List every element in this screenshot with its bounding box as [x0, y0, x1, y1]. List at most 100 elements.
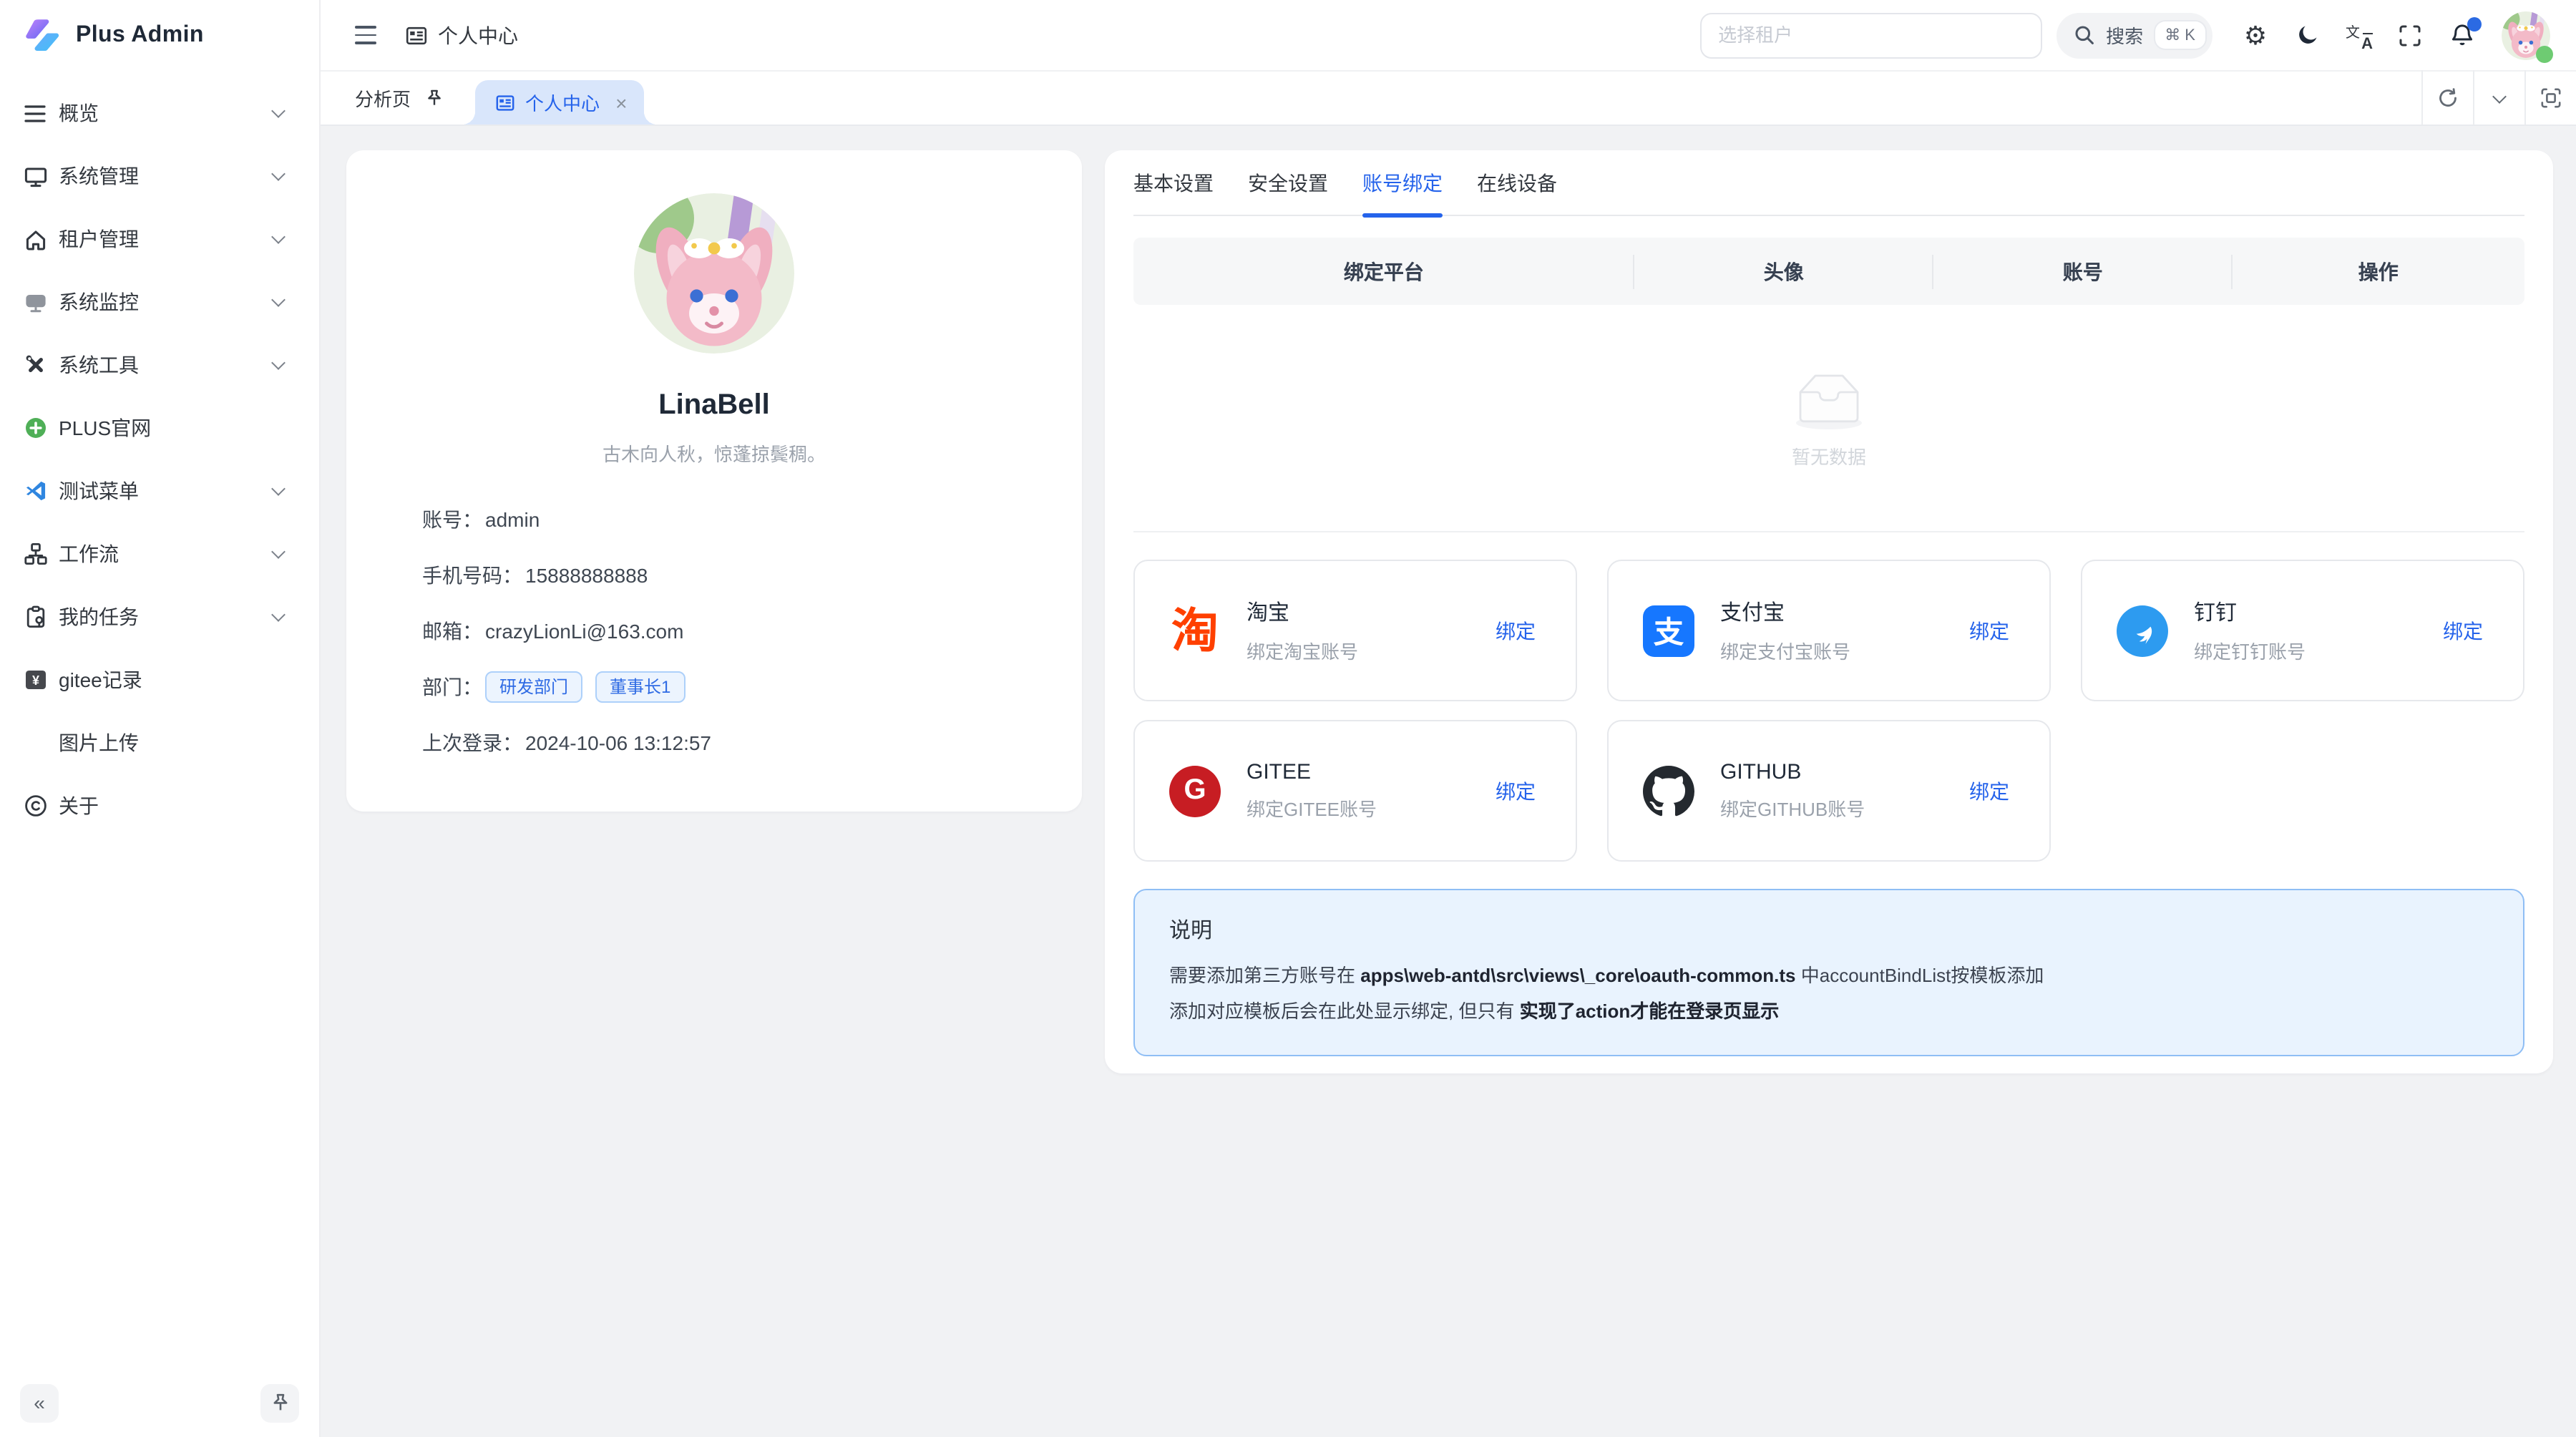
top-header: 个人中心 搜索 ⌘ K ⚙ 文A	[321, 0, 2576, 72]
id-card-icon	[495, 92, 515, 112]
sidebar-item-plus-website[interactable]: PLUS官网	[17, 399, 302, 457]
tabbar-controls	[2421, 70, 2576, 125]
column-actions: 操作	[2233, 257, 2524, 286]
gitee-icon: G	[1168, 764, 1222, 818]
header-actions: 搜索 ⌘ K ⚙ 文A	[1699, 9, 2550, 61]
bind-card-title: 钉钉	[2194, 597, 2306, 627]
close-icon[interactable]: ×	[615, 92, 627, 112]
avatar-image	[634, 193, 794, 354]
bind-card-github: GITHUB 绑定GITHUB账号 绑定	[1607, 720, 2051, 862]
chevron-down-icon	[2492, 89, 2507, 103]
collapse-icon: «	[34, 1391, 45, 1414]
tab-menu-button[interactable]	[2473, 70, 2524, 125]
search-icon	[2073, 24, 2094, 46]
sidebar-pin-button[interactable]	[260, 1383, 299, 1422]
tab-security-settings[interactable]: 安全设置	[1248, 169, 1328, 215]
profile-row-phone: 手机号码： 15888888888	[422, 561, 1082, 590]
tools-icon	[24, 354, 59, 376]
user-avatar[interactable]	[2502, 11, 2550, 59]
bind-card-desc: 绑定淘宝账号	[1246, 637, 1358, 664]
note-line-2: 添加对应模板后会在此处显示绑定, 但只有 实现了action才能在登录页显示	[1169, 993, 2489, 1029]
empty-state: 暂无数据	[1133, 305, 2524, 531]
sidebar-item-system-tools[interactable]: 系统工具	[17, 336, 302, 394]
page-content: LinaBell 古木向人秋，惊蓬掠鬓稠。 账号： admin 手机号码： 15…	[321, 127, 2576, 1073]
sidebar-menu: 概览 系统管理 租户管理 系统监控	[0, 72, 319, 834]
theme-toggle-button[interactable]	[2281, 9, 2333, 61]
bind-card-title: GITEE	[1246, 760, 1377, 784]
bind-link-gitee[interactable]: 绑定	[1496, 776, 1536, 805]
home-icon	[24, 228, 59, 250]
profile-row-last-login: 上次登录： 2024-10-06 13:12:57	[422, 729, 1082, 757]
sidebar-toggle-button[interactable]	[355, 26, 376, 44]
sidebar-item-overview[interactable]: 概览	[17, 84, 302, 142]
department-tag: 董事长1	[595, 672, 685, 703]
moon-icon	[2295, 23, 2319, 47]
sidebar-item-tenant-management[interactable]: 租户管理	[17, 210, 302, 268]
sidebar-item-about[interactable]: 关于	[17, 777, 302, 834]
bind-link-github[interactable]: 绑定	[1969, 776, 2009, 805]
search-label: 搜索	[2106, 21, 2143, 49]
column-account: 账号	[1933, 257, 2233, 286]
fullscreen-icon	[2399, 24, 2421, 47]
scan-fullscreen-icon	[2540, 87, 2562, 108]
refresh-button[interactable]	[2421, 70, 2473, 125]
global-search[interactable]: 搜索 ⌘ K	[2056, 12, 2212, 58]
sidebar-collapse-button[interactable]: «	[20, 1383, 59, 1422]
sidebar-item-test-menu[interactable]: 测试菜单	[17, 462, 302, 520]
tab-basic-settings[interactable]: 基本设置	[1133, 169, 1214, 215]
chevron-down-icon	[271, 608, 286, 622]
id-card-icon	[405, 24, 428, 47]
sidebar-item-system-management[interactable]: 系统管理	[17, 147, 302, 205]
tabs-bar: 分析页 个人中心 ×	[321, 72, 2576, 126]
clipboard-icon	[24, 605, 59, 628]
settings-button[interactable]: ⚙	[2230, 9, 2281, 61]
bind-card-dingtalk: 钉钉 绑定钉钉账号 绑定	[2081, 560, 2524, 701]
bind-link-taobao[interactable]: 绑定	[1496, 616, 1536, 645]
bind-link-alipay[interactable]: 绑定	[1969, 616, 2009, 645]
copyright-icon	[24, 794, 59, 817]
github-icon	[1641, 764, 1696, 818]
language-button[interactable]: 文A	[2333, 9, 2384, 61]
bind-card-desc: 绑定支付宝账号	[1720, 637, 1850, 664]
profile-row-department: 部门： 研发部门 董事长1	[422, 673, 1082, 701]
sidebar-item-workflow[interactable]: 工作流	[17, 525, 302, 583]
note-line-1: 需要添加第三方账号在 apps\web-antd\src\views\_core…	[1169, 958, 2489, 993]
breadcrumb[interactable]: 个人中心	[405, 21, 518, 49]
chevron-down-icon	[271, 545, 286, 559]
tenant-select-input[interactable]	[1699, 12, 2041, 58]
bind-card-desc: 绑定GITHUB账号	[1720, 794, 1865, 822]
chevron-down-icon	[271, 104, 286, 118]
breadcrumb-label: 个人中心	[438, 21, 518, 49]
bind-card-desc: 绑定GITEE账号	[1246, 794, 1377, 822]
profile-info: 账号： admin 手机号码： 15888888888 邮箱： crazyLio…	[346, 505, 1082, 757]
translate-icon: 文A	[2346, 22, 2371, 48]
sidebar-item-gitee-record[interactable]: ¥ gitee记录	[17, 651, 302, 708]
notifications-button[interactable]	[2436, 9, 2487, 61]
fullscreen-button[interactable]	[2384, 9, 2436, 61]
bind-card-gitee: G GITEE 绑定GITEE账号 绑定	[1133, 720, 1577, 862]
profile-name: LinaBell	[346, 389, 1082, 422]
profile-avatar[interactable]	[634, 193, 794, 354]
sidebar-footer: «	[0, 1368, 319, 1437]
monitor-icon	[24, 165, 59, 187]
tab-profile-center[interactable]: 个人中心 ×	[475, 80, 644, 125]
binding-table-header: 绑定平台 头像 账号 操作	[1133, 238, 2524, 305]
logo[interactable]: Plus Admin	[0, 0, 319, 72]
bind-link-dingtalk[interactable]: 绑定	[2443, 616, 2483, 645]
tab-analytics[interactable]: 分析页	[355, 70, 458, 125]
bind-card-title: GITHUB	[1720, 760, 1865, 784]
profile-row-email: 邮箱： crazyLionLi@163.com	[422, 617, 1082, 646]
department-tag: 研发部门	[485, 672, 582, 703]
profile-card: LinaBell 古木向人秋，惊蓬掠鬓稠。 账号： admin 手机号码： 15…	[346, 150, 1082, 812]
notification-badge	[2467, 16, 2482, 31]
sidebar-item-my-tasks[interactable]: 我的任务	[17, 588, 302, 646]
column-avatar: 头像	[1634, 257, 1933, 286]
content-fullscreen-button[interactable]	[2524, 70, 2576, 125]
main-area: 个人中心 搜索 ⌘ K ⚙ 文A	[321, 0, 2576, 1437]
tab-online-devices[interactable]: 在线设备	[1477, 169, 1557, 215]
sidebar-item-image-upload[interactable]: 图片上传	[17, 714, 302, 771]
sidebar-item-system-monitor[interactable]: 系统监控	[17, 273, 302, 331]
online-status-dot	[2536, 45, 2553, 62]
tab-account-binding[interactable]: 账号绑定	[1362, 169, 1443, 215]
dingtalk-icon	[2115, 603, 2170, 658]
